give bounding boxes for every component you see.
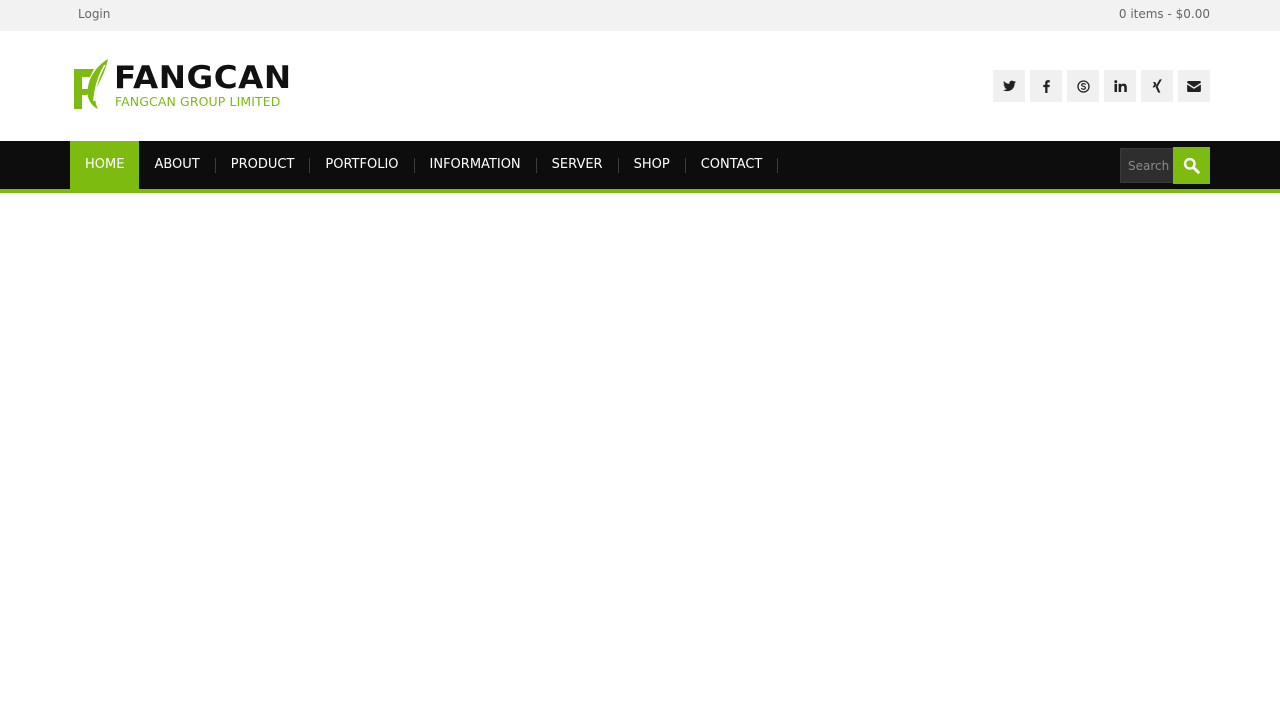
email-link[interactable] — [1178, 70, 1210, 102]
nav-item-product: PRODUCT — [216, 141, 311, 189]
logo-tagline: FANGCAN GROUP LIMITED — [115, 94, 281, 109]
search-form — [1120, 147, 1210, 184]
nav-item-home: HOME — [70, 141, 140, 189]
site-header: FANGCAN FANGCAN GROUP LIMITED — [0, 31, 1280, 141]
nav-item-information: INFORMATION — [415, 141, 537, 189]
nav-link-product[interactable]: PRODUCT — [216, 141, 310, 189]
nav-link-contact[interactable]: CONTACT — [686, 141, 778, 189]
nav-item-shop: SHOP — [619, 141, 686, 189]
leaf-logo-icon — [74, 59, 108, 109]
nav-item-contact: CONTACT — [686, 141, 779, 189]
nav-item-portfolio: PORTFOLIO — [310, 141, 415, 189]
nav-item-server: SERVER — [537, 141, 619, 189]
facebook-icon — [1042, 79, 1050, 93]
cart-summary-link[interactable]: 0 items - $0.00 — [1119, 7, 1210, 21]
email-icon — [1187, 80, 1201, 92]
nav-accent-line — [0, 189, 1280, 193]
nav-link-portfolio[interactable]: PORTFOLIO — [310, 141, 413, 189]
linkedin-link[interactable] — [1104, 70, 1136, 102]
site-logo[interactable]: FANGCAN FANGCAN GROUP LIMITED — [72, 57, 296, 113]
main-navigation: HOME ABOUT PRODUCT PORTFOLIO INFORMATION… — [0, 141, 1280, 189]
twitter-icon — [1002, 80, 1016, 92]
xing-icon — [1152, 79, 1162, 93]
nav-link-shop[interactable]: SHOP — [619, 141, 685, 189]
twitter-link[interactable] — [993, 70, 1025, 102]
search-button[interactable] — [1173, 147, 1210, 184]
nav-link-information[interactable]: INFORMATION — [415, 141, 536, 189]
nav-link-server[interactable]: SERVER — [537, 141, 618, 189]
search-input[interactable] — [1120, 148, 1173, 183]
login-link[interactable]: Login — [78, 7, 110, 21]
linkedin-icon — [1113, 80, 1127, 92]
nav-link-about[interactable]: ABOUT — [139, 141, 214, 189]
top-bar: Login 0 items - $0.00 — [0, 0, 1280, 31]
nav-menu: HOME ABOUT PRODUCT PORTFOLIO INFORMATION… — [70, 141, 779, 189]
logo-brand-text: FANGCAN — [114, 60, 292, 96]
xing-link[interactable] — [1141, 70, 1173, 102]
nav-link-home[interactable]: HOME — [70, 141, 140, 189]
facebook-link[interactable] — [1030, 70, 1062, 102]
nav-item-about: ABOUT — [139, 141, 216, 189]
skype-link[interactable] — [1067, 70, 1099, 102]
search-icon — [1183, 157, 1200, 174]
skype-icon — [1076, 79, 1090, 93]
social-links — [993, 70, 1210, 102]
nav-separator — [777, 157, 779, 173]
